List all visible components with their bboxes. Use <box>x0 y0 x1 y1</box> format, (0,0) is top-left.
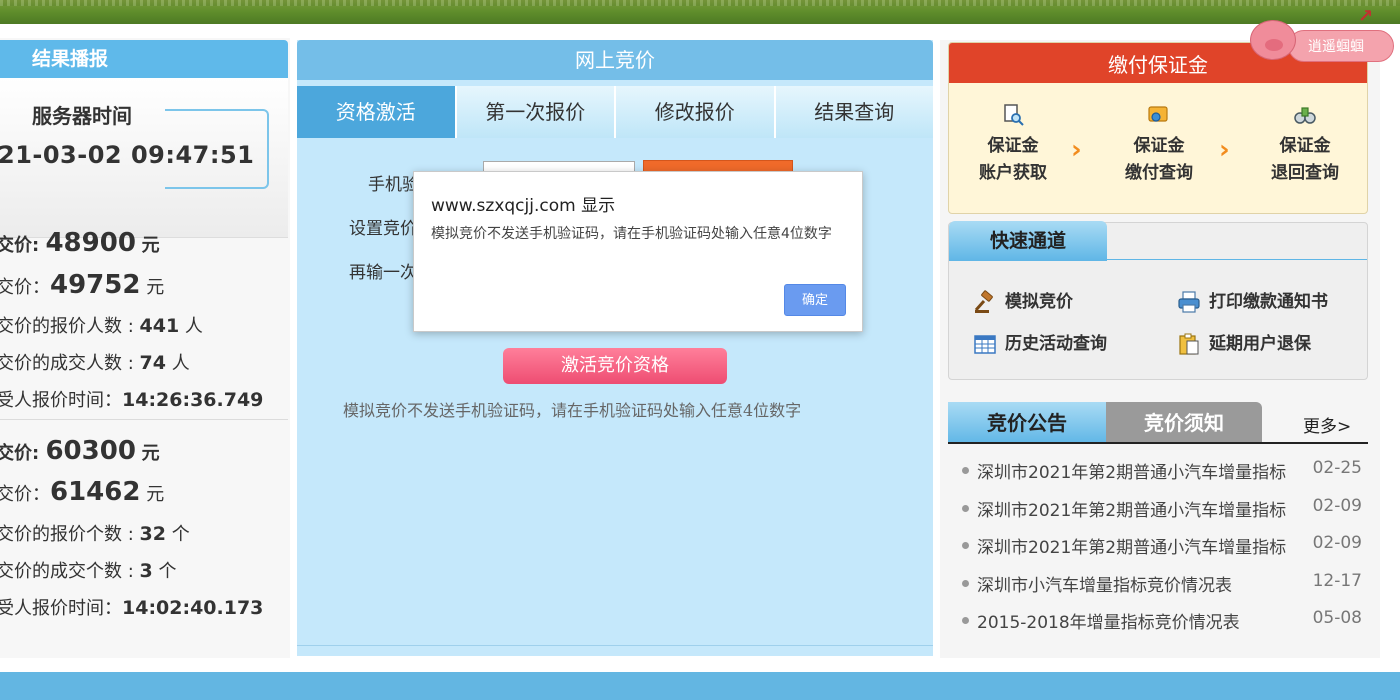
history-query-link[interactable]: 历史活动查询 <box>973 329 1107 356</box>
tab-activate[interactable]: 资格激活 <box>297 86 455 138</box>
footer-bar <box>0 672 1400 700</box>
binoculars-icon <box>1294 107 1316 124</box>
result-broadcast-panel: 结果播报 服务器时间 21-03-02 09:47:51 交价: 48900 元… <box>0 38 290 658</box>
document-search-icon <box>1004 104 1024 126</box>
mock-bidding-link[interactable]: 模拟竞价 <box>973 287 1073 314</box>
group2-low-price: 交价: 60300 元 <box>0 436 160 466</box>
news-item[interactable]: 2015-2018年增量指标竞价情况表 05-08 <box>962 608 1362 636</box>
tab-modify-bid[interactable]: 修改报价 <box>614 86 774 138</box>
deposit-payment-query-link[interactable]: 保证金 缴付查询 <box>1099 103 1219 187</box>
group1-bidders: 交价的报价人数 : 441 人 <box>0 315 203 337</box>
group1-avg-price: 交价：49752 元 <box>0 270 165 300</box>
news-item[interactable]: 深圳市2021年第2期普通小汽车增量指标 02-09 <box>962 496 1362 524</box>
gavel-icon <box>974 290 993 313</box>
result-broadcast-title: 结果播报 <box>0 40 288 78</box>
group1-deals: 交价的成交人数 : 74 人 <box>0 352 190 374</box>
server-time-label: 服务器时间 <box>32 104 132 128</box>
bullet-icon <box>962 505 969 512</box>
divider <box>297 645 933 646</box>
deposit-account-link[interactable]: 保证金 账户获取 <box>953 103 1073 187</box>
bullet-icon <box>962 467 969 474</box>
divider <box>1107 259 1367 260</box>
set-password-label: 设置竞价 <box>349 219 417 239</box>
bullet-icon <box>962 617 969 624</box>
phone-code-label: 手机验 <box>368 175 419 195</box>
online-bidding-title: 网上竞价 <box>297 40 933 80</box>
pig-icon <box>1250 20 1296 60</box>
deposit-box: 缴付保证金 保证金 账户获取 › 保证金 缴付查询 › 保证金 退回查询 <box>948 42 1368 214</box>
divider <box>948 442 1368 444</box>
group1-low-price: 交价: 48900 元 <box>0 228 160 258</box>
news-item[interactable]: 深圳市2021年第2期普通小汽车增量指标 02-25 <box>962 458 1362 486</box>
deposit-refund-query-link[interactable]: 保证金 退回查询 <box>1245 103 1365 187</box>
news-item[interactable]: 深圳市小汽车增量指标竞价情况表 12-17 <box>962 571 1362 599</box>
chevron-right-icon: › <box>1071 135 1082 165</box>
badge-label: 逍遥蝈蝈 <box>1308 39 1364 55</box>
dialog-ok-button[interactable]: 确定 <box>784 284 846 316</box>
quick-access-title: 快速通道 <box>949 221 1107 261</box>
bullet-icon <box>962 580 969 587</box>
group2-deals: 交价的成交个数 : 3 个 <box>0 560 177 582</box>
group2-last-time: 受人报价时间：14:02:40.173 <box>0 597 264 619</box>
tab-first-bid[interactable]: 第一次报价 <box>454 86 614 138</box>
printer-icon <box>1178 291 1200 313</box>
alert-dialog: www.szxqcjj.com 显示 模拟竞价不发送手机验证码，请在手机验证码处… <box>413 171 863 332</box>
quick-access-box: 快速通道 模拟竞价 打印缴款通知书 历史活动查询 延期用户退保 <box>948 221 1368 380</box>
clipboard-icon <box>1179 333 1199 355</box>
coin-card-icon <box>1148 106 1168 122</box>
tab-bidding-notice[interactable]: 竞价公告 <box>948 402 1106 444</box>
print-payment-notice-link[interactable]: 打印缴款通知书 <box>1177 287 1328 314</box>
bullet-icon <box>962 542 969 549</box>
group1-last-time: 受人报价时间：14:26:36.749 <box>0 389 264 411</box>
group2-avg-price: 交价：61462 元 <box>0 477 165 507</box>
news-item[interactable]: 深圳市2021年第2期普通小汽车增量指标 02-09 <box>962 533 1362 561</box>
activate-qualification-button[interactable]: 激活竞价资格 <box>503 348 727 384</box>
divider <box>0 419 288 420</box>
extension-refund-link[interactable]: 延期用户退保 <box>1177 329 1311 356</box>
tab-bidding-rules[interactable]: 竞价须知 <box>1106 402 1262 444</box>
group2-bidders: 交价的报价个数 : 32 个 <box>0 523 190 545</box>
tab-result-query[interactable]: 结果查询 <box>773 86 933 138</box>
dialog-message: 模拟竞价不发送手机验证码，请在手机验证码处输入任意4位数字 <box>431 226 832 242</box>
confirm-password-label: 再输一次 <box>349 263 417 283</box>
pig-mascot-badge[interactable]: 逍遥蝈蝈 <box>1248 14 1396 66</box>
header-banner <box>0 0 1400 24</box>
chevron-right-icon: › <box>1219 135 1230 165</box>
verification-hint: 模拟竞价不发送手机验证码，请在手机验证码处输入任意4位数字 <box>343 401 802 420</box>
dialog-title: www.szxqcjj.com 显示 <box>431 196 616 216</box>
server-time-value: 21-03-02 09:47:51 <box>0 141 255 169</box>
online-bidding-panel: 网上竞价 资格激活 第一次报价 修改报价 结果查询 手机验 设置竞价 再输一次 … <box>297 40 933 656</box>
notice-tabs: 竞价公告 竞价须知 更多> <box>948 402 1368 444</box>
calendar-table-icon <box>974 335 996 354</box>
arrow-up-right-icon: ↗ <box>1358 6 1374 27</box>
bidding-tabs: 资格激活 第一次报价 修改报价 结果查询 <box>297 86 933 138</box>
right-panel: 缴付保证金 保证金 账户获取 › 保证金 缴付查询 › 保证金 退回查询 快速通… <box>940 40 1380 658</box>
more-link[interactable]: 更多> <box>1303 412 1351 437</box>
